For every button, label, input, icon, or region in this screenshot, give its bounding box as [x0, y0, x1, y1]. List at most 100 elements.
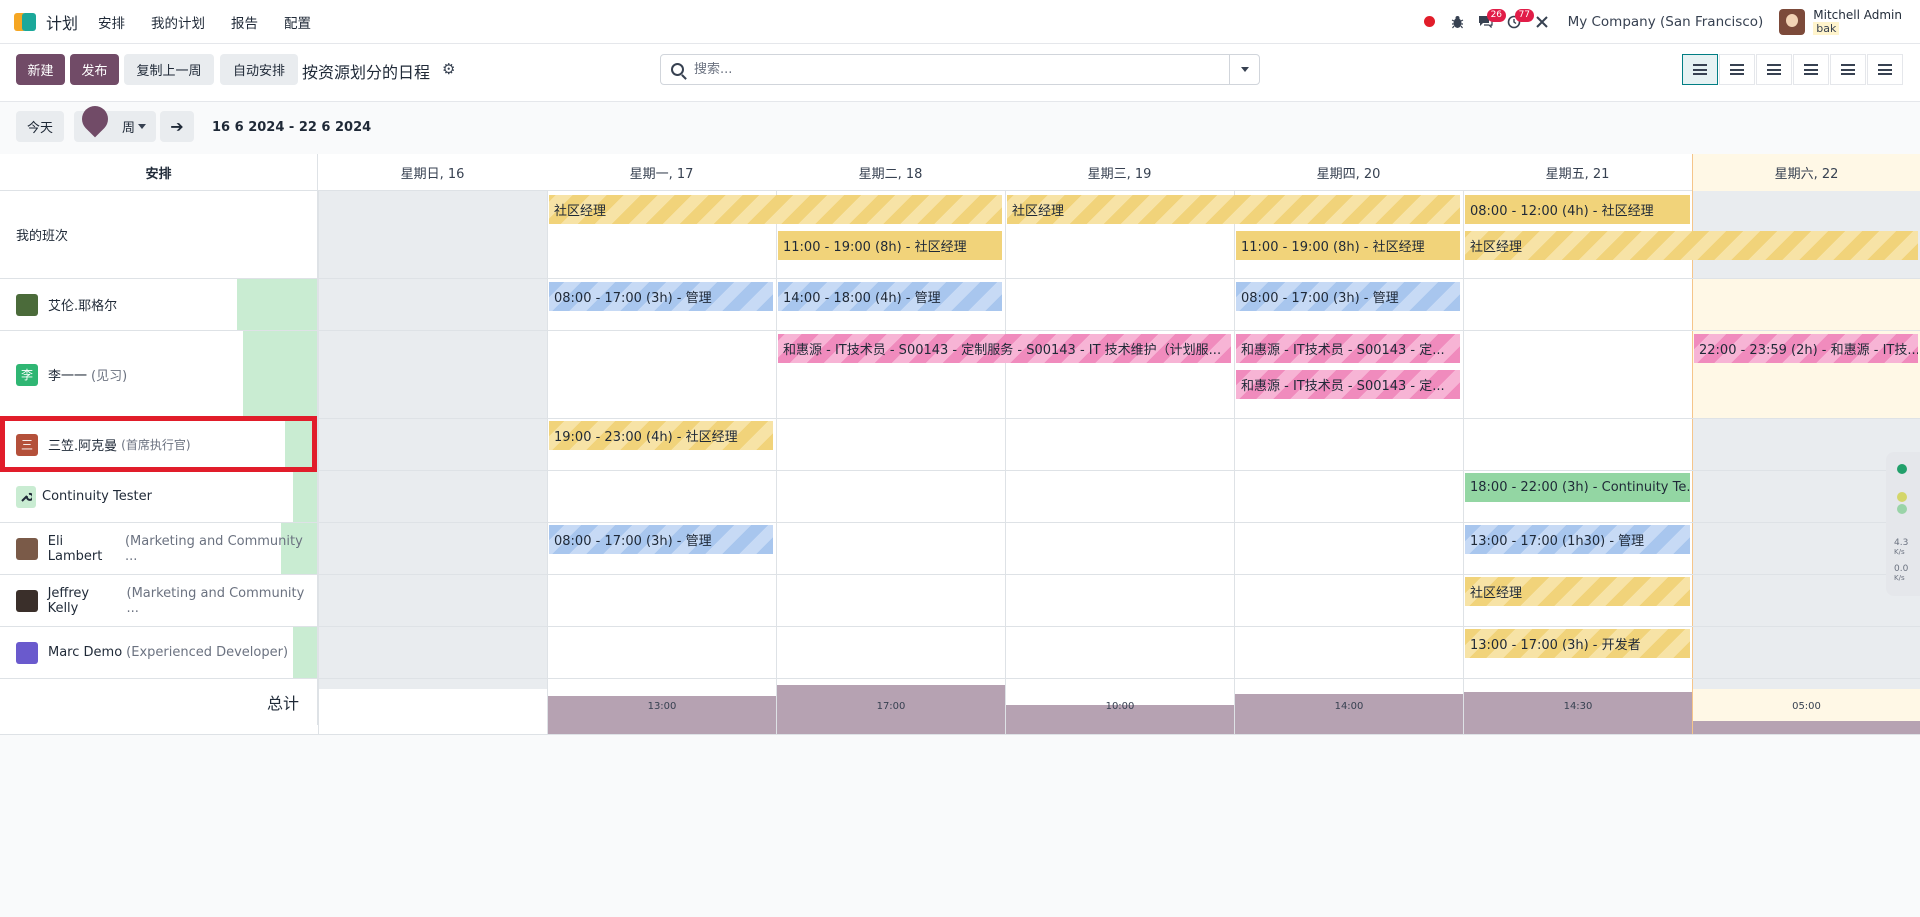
- header-day-today: 星期六, 22: [1692, 154, 1920, 191]
- avatar: [16, 293, 38, 316]
- total-value: 14:00: [1334, 701, 1364, 712]
- graph-view-button[interactable]: [1867, 54, 1903, 85]
- column-divider: [318, 191, 319, 735]
- download-speed: 0.0: [1894, 564, 1909, 574]
- total-value: 13:00: [647, 701, 677, 712]
- search-input[interactable]: [694, 62, 1214, 77]
- resource-name: Marc Demo: [48, 645, 123, 660]
- calendar-view-button[interactable]: [1719, 54, 1755, 85]
- row-resource[interactable]: Jeffrey Kelly (Marketing and Community .…: [0, 575, 318, 627]
- shift-pill[interactable]: 08:00 - 12:00 (4h) - 社区经理: [1465, 195, 1690, 224]
- caret-down-icon: [138, 124, 146, 129]
- status-dot: [1897, 504, 1907, 514]
- today-button[interactable]: 今天: [16, 111, 64, 142]
- shift-pill[interactable]: 社区经理: [549, 195, 1002, 224]
- column-divider: [776, 191, 777, 735]
- app-name[interactable]: 计划: [46, 10, 78, 34]
- gantt-icon: [1693, 64, 1707, 75]
- clock-icon[interactable]: 77: [1500, 0, 1535, 44]
- avatar: [16, 589, 38, 612]
- menu-item-configuration[interactable]: 配置: [284, 12, 311, 32]
- record-icon[interactable]: [1416, 0, 1444, 44]
- resource-name: Continuity Tester: [42, 489, 152, 504]
- row-resource[interactable]: 艾伦.耶格尔: [0, 279, 318, 331]
- shift-pill[interactable]: 社区经理: [1007, 195, 1460, 224]
- pivot-icon: [1841, 64, 1855, 75]
- row-my-shifts[interactable]: 我的班次: [0, 191, 318, 279]
- main-menu: 安排 我的计划 报告 配置: [98, 12, 311, 32]
- availability-bar: [237, 279, 317, 330]
- total-label: 总计: [0, 679, 318, 725]
- gear-icon[interactable]: ⚙: [442, 60, 455, 78]
- row-resource[interactable]: 李 李一一 (见习): [0, 331, 318, 419]
- search-bar: [660, 54, 1260, 85]
- shift-pill[interactable]: 08:00 - 17:00 (3h) - 管理: [1236, 282, 1460, 311]
- kanban-icon: [1804, 64, 1818, 75]
- shift-pill[interactable]: 18:00 - 22:00 (3h) - Continuity Te...: [1465, 473, 1690, 502]
- avatar: [16, 537, 38, 560]
- header-day: 星期三, 19: [1087, 167, 1152, 182]
- list-view-button[interactable]: [1756, 54, 1792, 85]
- shift-pill[interactable]: 11:00 - 19:00 (8h) - 社区经理: [778, 231, 1002, 260]
- shift-pill[interactable]: 13:00 - 17:00 (1h30) - 管理: [1465, 525, 1690, 554]
- auto-plan-button[interactable]: 自动安排: [220, 54, 298, 85]
- gantt-view-button[interactable]: [1682, 54, 1718, 85]
- shift-pill[interactable]: 13:00 - 17:00 (3h) - 开发者: [1465, 629, 1690, 658]
- shift-pill[interactable]: 08:00 - 17:00 (3h) - 管理: [549, 525, 773, 554]
- menu-item-schedule[interactable]: 安排: [98, 12, 125, 32]
- view-title: 按资源划分的日程: [302, 63, 431, 82]
- calendar-icon: [1730, 64, 1744, 75]
- resource-role: (Marketing and Community ...: [126, 585, 305, 616]
- resource-name: 艾伦.耶格尔: [48, 299, 118, 314]
- top-navbar: 计划 安排 我的计划 报告 配置 26 77 My Company (San F…: [0, 0, 1920, 44]
- kanban-view-button[interactable]: [1793, 54, 1829, 85]
- new-button[interactable]: 新建: [16, 54, 65, 85]
- row-resource[interactable]: Continuity Tester: [0, 471, 318, 523]
- user-menu[interactable]: Mitchell Admin bak: [1779, 7, 1902, 35]
- shift-pill[interactable]: 19:00 - 23:00 (4h) - 社区经理: [549, 421, 773, 450]
- shift-pill[interactable]: 社区经理: [1465, 231, 1918, 260]
- shift-pill[interactable]: 14:00 - 18:00 (4h) - 管理: [778, 282, 1002, 311]
- copy-previous-week-button[interactable]: 复制上一周: [124, 54, 214, 85]
- chat-icon[interactable]: 26: [1472, 0, 1507, 44]
- shift-pill[interactable]: 08:00 - 17:00 (3h) - 管理: [549, 282, 773, 311]
- header-day: 星期二, 18: [858, 167, 923, 182]
- shift-pill[interactable]: 和惠源 - IT技术员 - S00143 - 定制服务 - S00143 - I…: [778, 334, 1231, 363]
- user-name: Mitchell Admin: [1813, 7, 1902, 22]
- availability-bar: [293, 471, 317, 522]
- search-options-toggle[interactable]: [1229, 55, 1259, 84]
- shift-pill[interactable]: 社区经理: [1465, 577, 1690, 606]
- menu-item-my-planning[interactable]: 我的计划: [151, 12, 205, 32]
- network-speed-widget[interactable]: 4.3 K/s 0.0 K/s: [1886, 452, 1920, 596]
- pivot-view-button[interactable]: [1830, 54, 1866, 85]
- bug-icon[interactable]: [1444, 0, 1472, 44]
- header-day: 星期一, 17: [629, 167, 694, 182]
- upload-speed: 4.3: [1894, 538, 1909, 548]
- menu-item-reporting[interactable]: 报告: [231, 12, 258, 32]
- tools-icon[interactable]: [1528, 0, 1556, 44]
- planning-app-icon[interactable]: [14, 12, 36, 31]
- arrow-right-icon: ➔: [170, 117, 184, 136]
- total-value: 10:00: [1105, 701, 1135, 712]
- row-resource[interactable]: Marc Demo (Experienced Developer): [0, 627, 318, 679]
- total-value: 17:00: [876, 701, 906, 712]
- column-divider: [1005, 191, 1006, 735]
- shift-pill[interactable]: 和惠源 - IT技术员 - S00143 - 定...: [1236, 370, 1460, 399]
- row-resource[interactable]: Eli Lambert (Marketing and Community ...: [0, 523, 318, 575]
- shift-pill[interactable]: 和惠源 - IT技术员 - S00143 - 定...: [1236, 334, 1460, 363]
- avatar: [16, 641, 38, 664]
- total-bar: [1693, 721, 1920, 735]
- row-divider: [318, 330, 1920, 331]
- download-unit: K/s: [1894, 574, 1905, 582]
- header-day: 星期四, 20: [1316, 167, 1381, 182]
- shift-pill[interactable]: 11:00 - 19:00 (8h) - 社区经理: [1236, 231, 1460, 260]
- company-switcher[interactable]: My Company (San Francisco): [1568, 14, 1764, 30]
- scale-label: 周: [121, 121, 135, 136]
- shift-pill[interactable]: 22:00 - 23:59 (2h) - 和惠源 - IT技...: [1694, 334, 1918, 363]
- total-value: 14:30: [1563, 701, 1593, 712]
- publish-button[interactable]: 发布: [70, 54, 119, 85]
- next-period-button[interactable]: ➔: [160, 111, 194, 142]
- resource-name: Eli Lambert: [47, 533, 103, 564]
- drop-cursor-icon: [80, 102, 110, 138]
- column-divider: [1463, 191, 1464, 735]
